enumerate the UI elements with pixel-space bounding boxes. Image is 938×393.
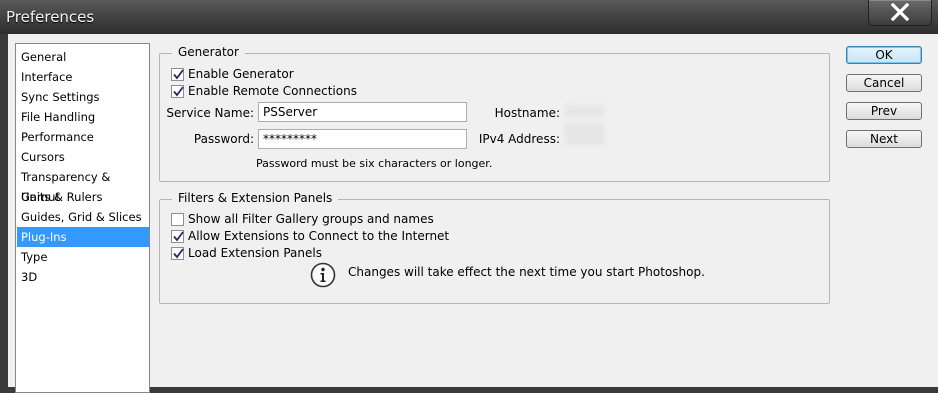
preferences-category-list[interactable]: General Interface Sync Settings File Han…: [15, 43, 150, 393]
sidebar-item-transparency-gamut[interactable]: Transparency & Gamut: [17, 167, 149, 204]
next-button[interactable]: Next: [846, 130, 922, 148]
load-extension-panels-label: Load Extension Panels: [188, 246, 322, 260]
checkmark-icon: [173, 85, 184, 96]
enable-remote-connections-checkbox[interactable]: [171, 84, 184, 98]
generator-group-title: Generator: [172, 45, 245, 59]
load-extension-panels-row[interactable]: Load Extension Panels: [171, 245, 322, 261]
show-filter-gallery-row[interactable]: Show all Filter Gallery groups and names: [171, 211, 434, 227]
allow-extensions-checkbox[interactable]: [171, 229, 184, 243]
dialog-body: General Interface Sync Settings File Han…: [8, 34, 938, 393]
close-icon: [890, 3, 910, 21]
password-label: Password:: [193, 132, 254, 146]
sidebar-item-performance[interactable]: Performance: [17, 127, 149, 147]
ok-button[interactable]: OK: [846, 46, 922, 64]
filters-group-title: Filters & Extension Panels: [172, 191, 339, 205]
checkmark-icon: [173, 230, 184, 241]
sidebar-item-sync-settings[interactable]: Sync Settings: [17, 87, 149, 107]
service-name-input[interactable]: PSServer: [258, 102, 467, 122]
service-name-label: Service Name:: [166, 106, 254, 120]
enable-remote-connections-label: Enable Remote Connections: [188, 84, 357, 98]
sidebar-item-units-rulers[interactable]: Units & Rulers: [17, 187, 149, 207]
sidebar-item-interface[interactable]: Interface: [17, 67, 149, 87]
enable-generator-checkbox[interactable]: [171, 67, 184, 81]
filters-extension-group: Filters & Extension Panels Show all Filt…: [159, 191, 830, 304]
ipv4-value-redacted: [565, 123, 605, 145]
generator-group: Generator Enable Generator Enable Remote…: [159, 45, 830, 182]
load-extension-panels-checkbox[interactable]: [171, 246, 184, 260]
title-bar[interactable]: Preferences: [0, 0, 938, 34]
enable-remote-row[interactable]: Enable Remote Connections: [171, 83, 357, 99]
sidebar-item-cursors[interactable]: Cursors: [17, 147, 149, 167]
enable-generator-label: Enable Generator: [188, 67, 294, 81]
sidebar-item-general[interactable]: General: [17, 47, 149, 67]
password-hint: Password must be six characters or longe…: [256, 157, 493, 170]
show-filter-gallery-checkbox[interactable]: [171, 212, 184, 226]
password-input[interactable]: *********: [258, 129, 467, 149]
checkmark-icon: [173, 247, 184, 258]
window-title: Preferences: [6, 8, 95, 26]
hostname-value-redacted: [565, 105, 605, 117]
show-filter-gallery-label: Show all Filter Gallery groups and names: [188, 212, 434, 226]
sidebar-item-file-handling[interactable]: File Handling: [17, 107, 149, 127]
sidebar-item-plug-ins[interactable]: Plug-Ins: [17, 227, 149, 247]
allow-extensions-row[interactable]: Allow Extensions to Connect to the Inter…: [171, 228, 449, 244]
hostname-label: Hostname:: [494, 106, 560, 120]
enable-generator-row[interactable]: Enable Generator: [171, 66, 294, 82]
close-button[interactable]: [868, 0, 932, 26]
cancel-button[interactable]: Cancel: [846, 74, 922, 92]
allow-extensions-label: Allow Extensions to Connect to the Inter…: [188, 229, 450, 243]
restart-note: Changes will take effect the next time y…: [348, 265, 705, 279]
sidebar-item-guides-grid-slices[interactable]: Guides, Grid & Slices: [17, 207, 149, 227]
prev-button[interactable]: Prev: [846, 102, 922, 120]
sidebar-item-3d[interactable]: 3D: [17, 267, 149, 287]
info-icon: [310, 262, 336, 288]
checkmark-icon: [173, 68, 184, 79]
sidebar-item-type[interactable]: Type: [17, 247, 149, 267]
ipv4-address-label: IPv4 Address:: [478, 132, 560, 146]
